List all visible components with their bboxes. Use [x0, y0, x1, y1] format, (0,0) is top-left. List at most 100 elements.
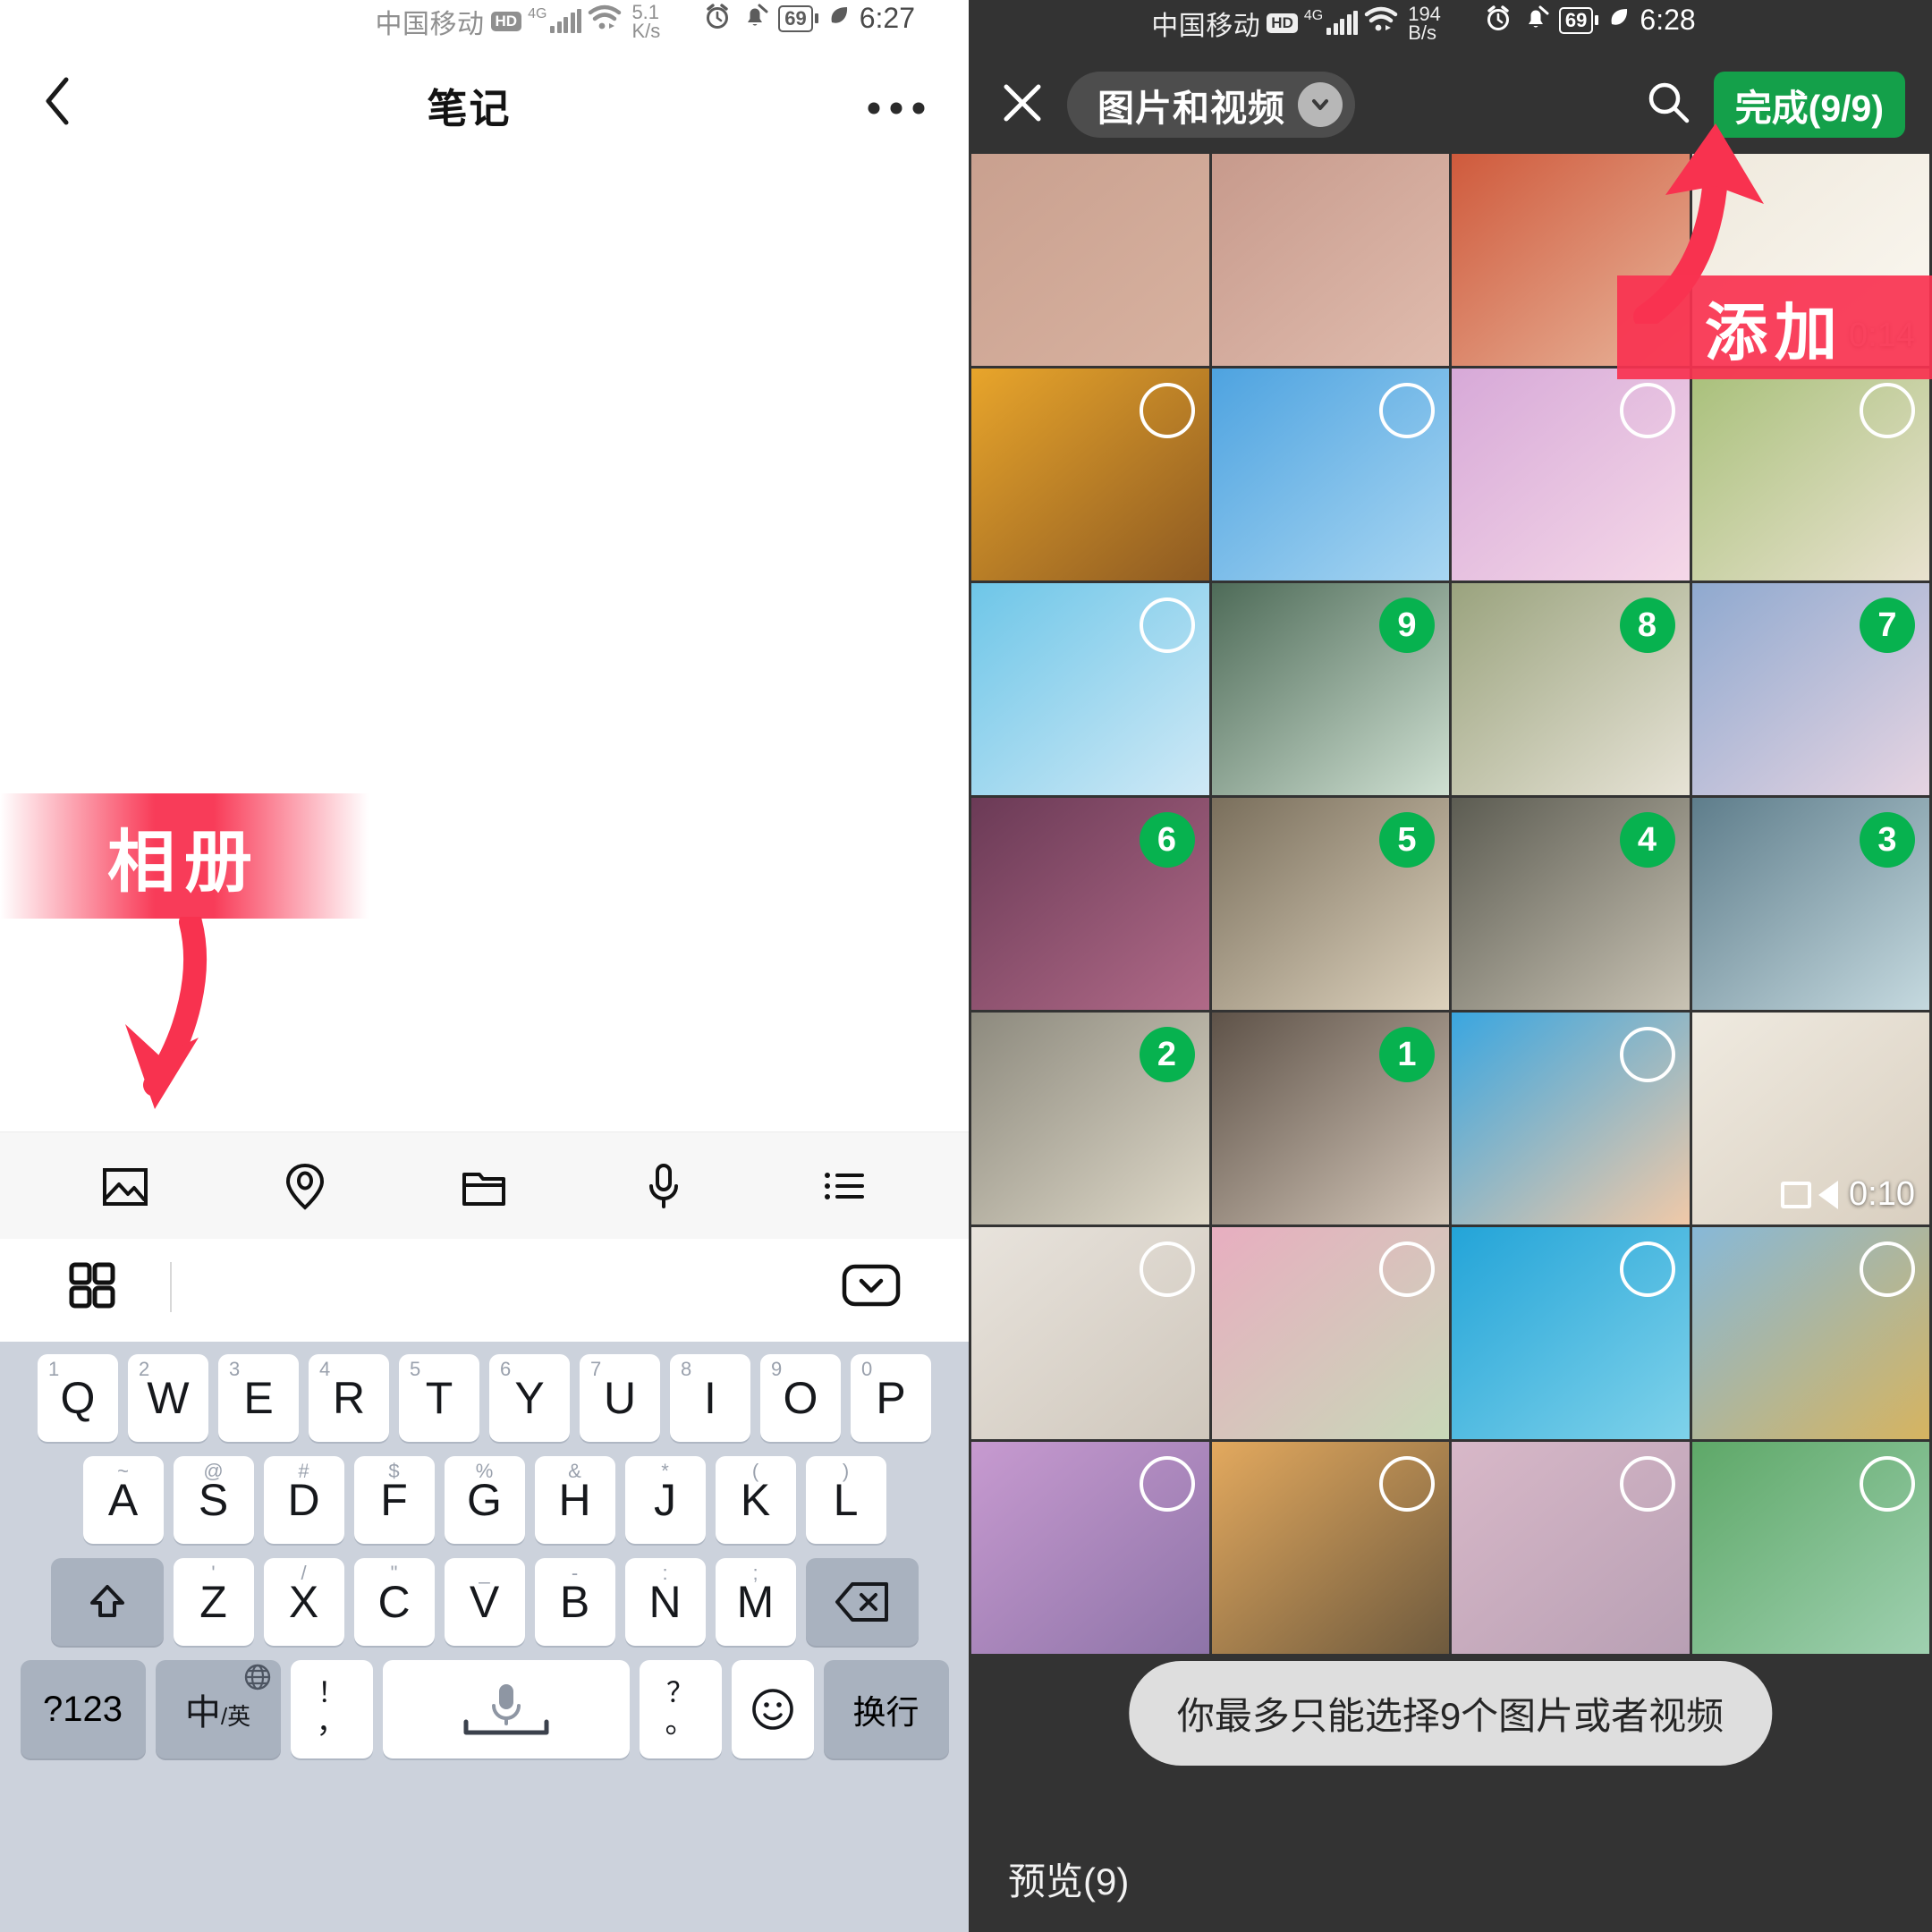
key-K[interactable]: (K — [715, 1456, 796, 1544]
key-P[interactable]: 0P — [851, 1354, 931, 1442]
key-F[interactable]: $ F — [353, 1456, 435, 1544]
emoji-smile-icon[interactable] — [731, 1660, 814, 1758]
selection-order-badge[interactable]: 9 — [1379, 597, 1435, 653]
media-cell[interactable]: 4 — [1452, 798, 1690, 1010]
location-icon[interactable] — [277, 1158, 333, 1214]
selection-circle-unchecked[interactable] — [1619, 383, 1675, 438]
key-X[interactable]: / X — [263, 1558, 344, 1646]
key-I[interactable]: 8I — [670, 1354, 750, 1442]
shift-icon[interactable] — [50, 1558, 164, 1646]
selection-circle-unchecked[interactable] — [1139, 383, 1195, 438]
media-cell[interactable]: 2 — [971, 1013, 1209, 1224]
media-cell[interactable] — [971, 1442, 1209, 1654]
media-cell[interactable]: 6 — [971, 798, 1209, 1010]
key-E[interactable]: 3E — [218, 1354, 299, 1442]
media-cell[interactable] — [1452, 1013, 1690, 1224]
key-C[interactable]: " C — [353, 1558, 435, 1646]
selection-circle-unchecked[interactable] — [1139, 597, 1195, 653]
grid-4-icon[interactable] — [66, 1259, 118, 1316]
media-cell[interactable]: 3 — [1691, 798, 1929, 1010]
media-cell[interactable]: 7 — [1691, 583, 1929, 795]
video-icon — [1781, 1181, 1812, 1208]
key-D[interactable]: # D — [263, 1456, 344, 1544]
media-cell[interactable]: 9 — [1211, 583, 1449, 795]
media-cell[interactable] — [971, 1227, 1209, 1439]
selection-order-badge[interactable]: 3 — [1860, 812, 1915, 868]
image-icon[interactable] — [97, 1158, 153, 1214]
hd-badge: HD — [490, 12, 522, 31]
media-cell[interactable] — [1211, 154, 1449, 366]
selection-order-badge[interactable]: 1 — [1379, 1027, 1435, 1082]
key-T[interactable]: 5T — [399, 1354, 479, 1442]
media-cell[interactable]: 8 — [1452, 583, 1690, 795]
key-Y[interactable]: 6Y — [489, 1354, 570, 1442]
selection-circle-unchecked[interactable] — [1619, 1456, 1675, 1512]
media-cell[interactable] — [1452, 1227, 1690, 1439]
media-cell[interactable] — [1691, 1442, 1929, 1654]
folder-icon[interactable] — [456, 1158, 512, 1214]
key-O[interactable]: 9O — [760, 1354, 841, 1442]
media-cell[interactable] — [971, 583, 1209, 795]
selection-order-badge[interactable]: 5 — [1379, 812, 1435, 868]
media-cell[interactable]: 1 — [1211, 1013, 1449, 1224]
media-cell[interactable]: 0:10 — [1691, 1013, 1929, 1224]
selection-circle-unchecked[interactable] — [1379, 1456, 1435, 1512]
selection-circle-unchecked[interactable] — [1860, 1241, 1915, 1297]
key-H[interactable]: & H — [534, 1456, 615, 1544]
selection-order-badge[interactable]: 2 — [1139, 1027, 1195, 1082]
media-cell[interactable] — [1452, 369, 1690, 580]
space-key[interactable] — [382, 1660, 630, 1758]
selection-order-badge[interactable]: 8 — [1619, 597, 1675, 653]
selection-order-badge[interactable]: 7 — [1860, 597, 1915, 653]
close-icon[interactable] — [996, 76, 1049, 134]
period-key[interactable]: ？ 。 — [639, 1660, 722, 1758]
language-switch-key[interactable]: 中/英 — [155, 1660, 281, 1758]
back-button[interactable] — [41, 74, 73, 136]
media-cell[interactable] — [1691, 369, 1929, 580]
selection-circle-unchecked[interactable] — [1619, 1027, 1675, 1082]
key-A[interactable]: ~ A — [82, 1456, 164, 1544]
media-cell[interactable] — [1211, 1227, 1449, 1439]
media-cell[interactable] — [1211, 1442, 1449, 1654]
key-V[interactable]: _ V — [444, 1558, 525, 1646]
microphone-icon[interactable] — [636, 1158, 691, 1214]
media-cell[interactable] — [1452, 1442, 1690, 1654]
selection-circle-unchecked[interactable] — [1379, 383, 1435, 438]
backspace-icon[interactable] — [805, 1558, 919, 1646]
selection-circle-unchecked[interactable] — [1139, 1241, 1195, 1297]
key-L[interactable]: ) L — [805, 1456, 886, 1544]
key-R[interactable]: 4R — [309, 1354, 389, 1442]
selection-circle-unchecked[interactable] — [1619, 1241, 1675, 1297]
media-cell[interactable] — [1211, 369, 1449, 580]
enter-key[interactable]: 换行 — [823, 1660, 949, 1758]
key-G[interactable]: % G — [444, 1456, 525, 1544]
media-cell[interactable] — [1691, 1227, 1929, 1439]
media-cell[interactable]: 5 — [1211, 798, 1449, 1010]
selection-order-badge[interactable]: 6 — [1139, 812, 1195, 868]
media-cell[interactable] — [971, 154, 1209, 366]
media-filter-dropdown[interactable]: 图片和视频 — [1067, 72, 1355, 138]
key-B[interactable]: -B — [534, 1558, 615, 1646]
key-U[interactable]: 7U — [580, 1354, 660, 1442]
key-J[interactable]: * J — [624, 1456, 706, 1544]
selection-circle-unchecked[interactable] — [1139, 1456, 1195, 1512]
more-options-button[interactable] — [865, 93, 928, 117]
key-Q[interactable]: 1Q — [38, 1354, 118, 1442]
preview-button[interactable]: 预览(9) — [1008, 1852, 1129, 1906]
media-cell[interactable] — [971, 369, 1209, 580]
selection-order-badge[interactable]: 4 — [1619, 812, 1675, 868]
comma-key[interactable]: ！ ， — [290, 1660, 373, 1758]
key-M[interactable]: ; M — [715, 1558, 796, 1646]
selection-circle-unchecked[interactable] — [1379, 1241, 1435, 1297]
chevron-down-box-icon[interactable] — [840, 1259, 902, 1316]
selection-circle-unchecked[interactable] — [1860, 1456, 1915, 1512]
key-S[interactable]: @ S — [173, 1456, 254, 1544]
key-W[interactable]: 2W — [128, 1354, 208, 1442]
media-grid[interactable]: 0:149876543210:10 — [969, 154, 1932, 1803]
key-N[interactable]: :N — [624, 1558, 706, 1646]
virtual-keyboard[interactable]: 1Q 2W 3E 4R 5T 6Y 7U 8I 9O 0P ~ A @ S # D $… — [0, 1342, 969, 1932]
numeric-switch-key[interactable]: ?123 — [20, 1660, 146, 1758]
list-icon[interactable] — [816, 1158, 871, 1214]
key-Z[interactable]: ' Z — [173, 1558, 254, 1646]
selection-circle-unchecked[interactable] — [1860, 383, 1915, 438]
